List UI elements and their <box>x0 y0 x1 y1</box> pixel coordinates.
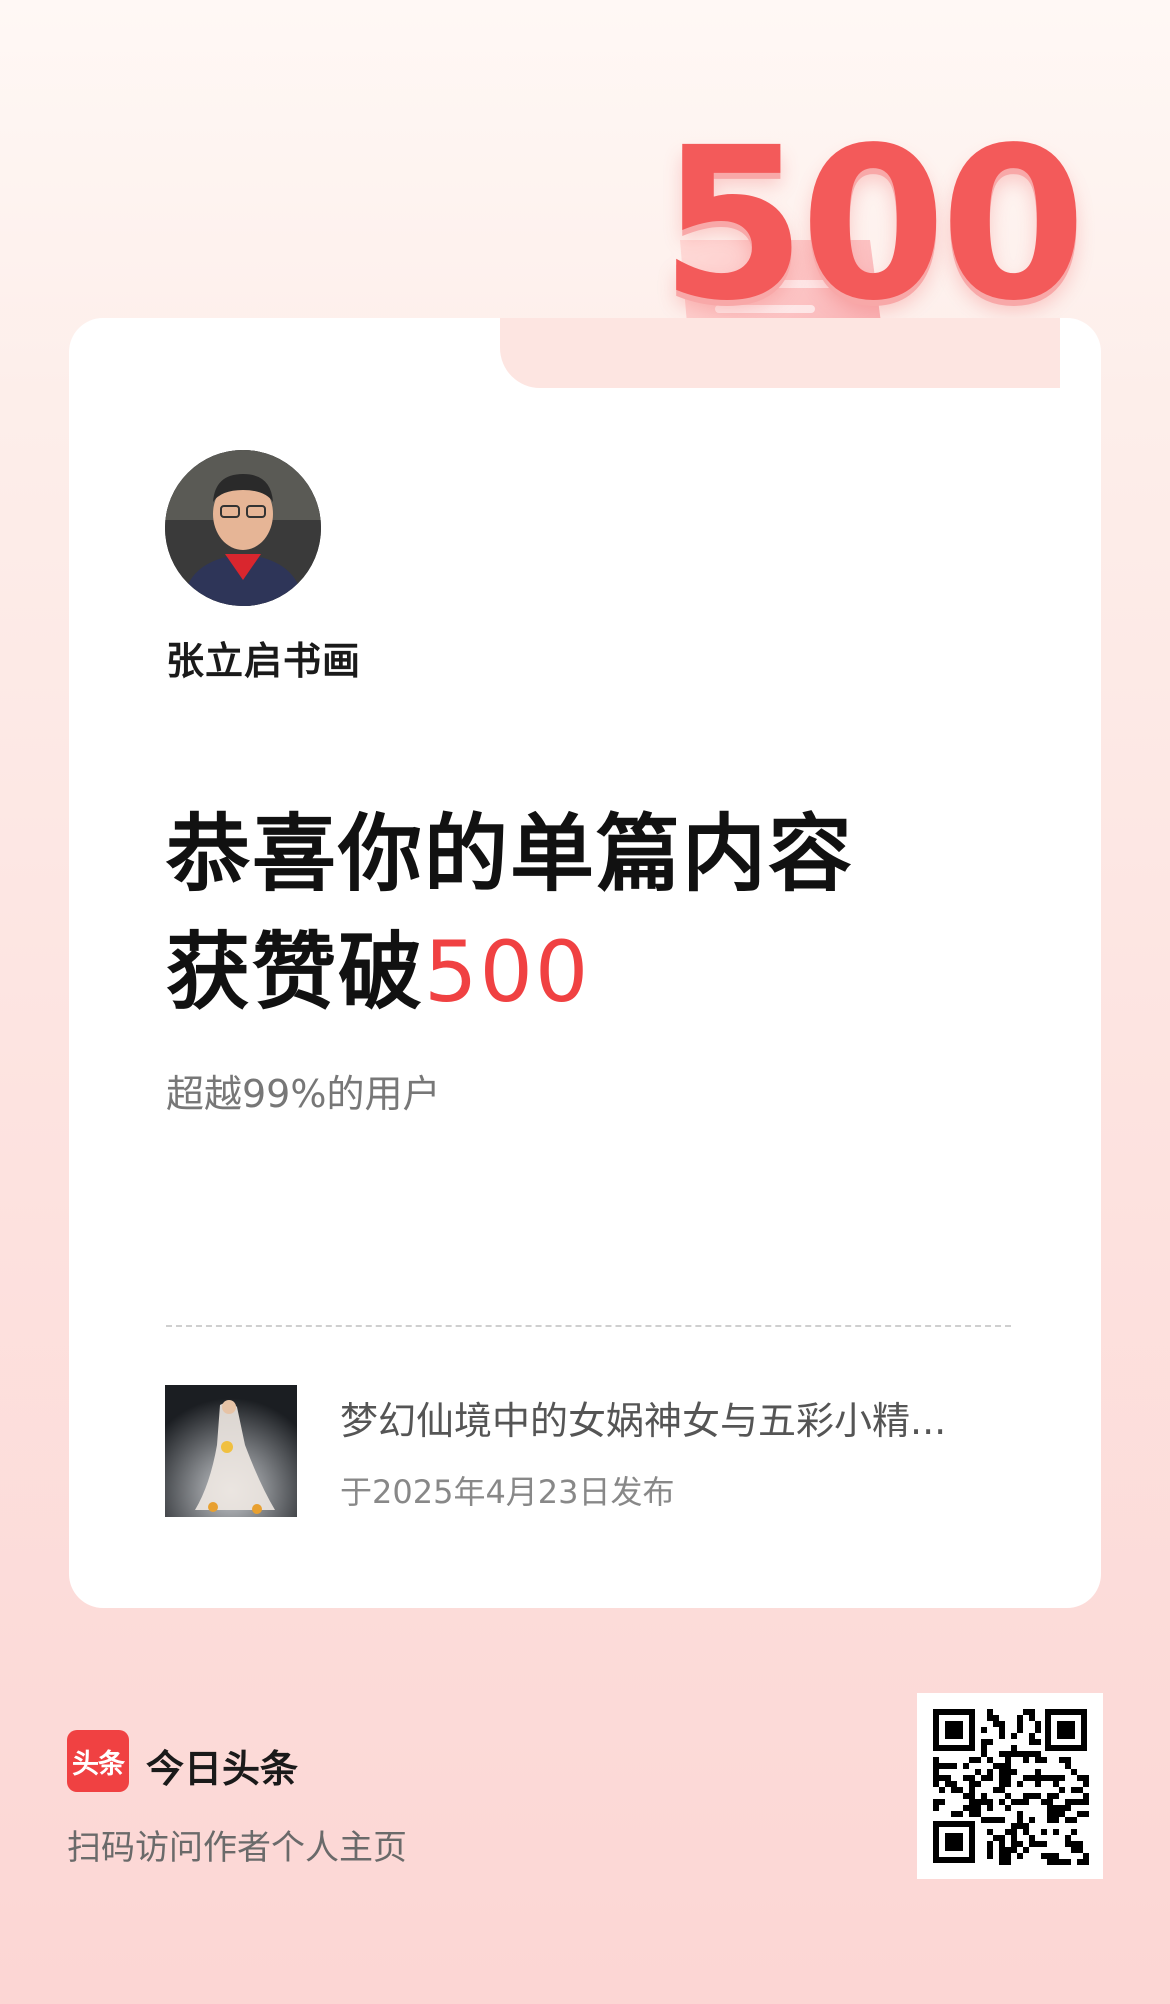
headline: 恭喜你的单篇内容 获赞破500 <box>166 795 854 1031</box>
headline-number: 500 <box>424 923 591 1021</box>
author-avatar[interactable] <box>165 450 321 606</box>
qr-caption: 扫码访问作者个人主页 <box>67 1828 407 1868</box>
card-notch <box>500 318 1060 388</box>
dashed-divider <box>166 1325 1011 1327</box>
headline-line1: 恭喜你的单篇内容 <box>166 805 855 903</box>
toutiao-logo: 头条 <box>67 1730 129 1792</box>
post-thumbnail[interactable] <box>165 1385 297 1517</box>
thumbnail-image <box>165 1385 297 1517</box>
badge-number: 500 <box>660 102 1086 347</box>
avatar-image <box>165 450 321 606</box>
headline-prefix: 获赞破 <box>166 923 425 1021</box>
headline-line2: 获赞破500 <box>166 913 854 1031</box>
ranking-subtitle: 超越99%的用户 <box>166 1072 441 1116</box>
qr-code[interactable] <box>917 1693 1103 1879</box>
author-name[interactable]: 张立启书画 <box>166 630 361 685</box>
qr-code-image <box>917 1693 1103 1879</box>
post-title[interactable]: 梦幻仙境中的女娲神女与五彩小精... <box>340 1390 1020 1445</box>
post-date: 于2025年4月23日发布 <box>340 1473 675 1511</box>
app-name: 今日头条 <box>146 1747 299 1791</box>
